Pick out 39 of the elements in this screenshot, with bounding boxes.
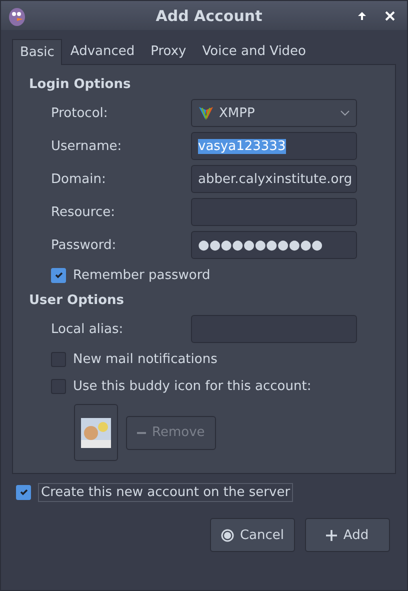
check-icon bbox=[54, 270, 64, 280]
add-button[interactable]: Add bbox=[305, 518, 390, 552]
input-field[interactable]: ●●●●●●●●●●● bbox=[191, 231, 357, 260]
checkbox[interactable] bbox=[51, 352, 66, 367]
field-label: Local alias: bbox=[51, 322, 124, 337]
protocol-dropdown[interactable]: XMPP bbox=[191, 99, 357, 128]
tab[interactable]: Advanced bbox=[62, 38, 143, 64]
protocol-icon bbox=[198, 106, 214, 120]
window-title: Add Account bbox=[154, 6, 264, 24]
arrow-up-icon bbox=[357, 10, 367, 20]
close-icon bbox=[385, 10, 395, 20]
field-label: Domain: bbox=[51, 172, 107, 187]
tab[interactable]: Voice and Video bbox=[194, 38, 314, 64]
tab[interactable]: Proxy bbox=[142, 38, 194, 64]
field-label: Resource: bbox=[51, 204, 116, 220]
checkbox-label: Create this new account on the server bbox=[38, 482, 294, 502]
cancel-button[interactable]: Cancel bbox=[210, 518, 295, 552]
input-field[interactable] bbox=[191, 315, 357, 344]
check-icon bbox=[18, 487, 28, 497]
section-heading: User Options bbox=[29, 292, 125, 308]
checkbox-label: New mail notifications bbox=[73, 352, 218, 367]
field-label: Username: bbox=[51, 138, 123, 154]
checkbox-label: Remember password bbox=[73, 268, 210, 283]
cancel-icon bbox=[220, 528, 234, 542]
input-field[interactable] bbox=[191, 198, 357, 226]
plus-icon bbox=[326, 530, 338, 540]
image-icon bbox=[81, 418, 111, 448]
section-heading: Login Options bbox=[29, 77, 132, 92]
field-label: Protocol: bbox=[51, 106, 109, 121]
input-field[interactable]: abber.calyxinstitute.org bbox=[191, 165, 357, 194]
checkbox[interactable] bbox=[16, 484, 31, 500]
tab[interactable]: Basic bbox=[12, 39, 62, 65]
chevron-down-icon bbox=[340, 110, 350, 116]
checkbox[interactable] bbox=[51, 268, 66, 283]
buddy-icon-button[interactable] bbox=[74, 404, 118, 461]
field-label: Password: bbox=[51, 238, 118, 253]
checkbox[interactable] bbox=[51, 378, 66, 394]
minus-icon bbox=[137, 432, 146, 434]
checkbox-label: Use this buddy icon for this account: bbox=[73, 378, 312, 394]
